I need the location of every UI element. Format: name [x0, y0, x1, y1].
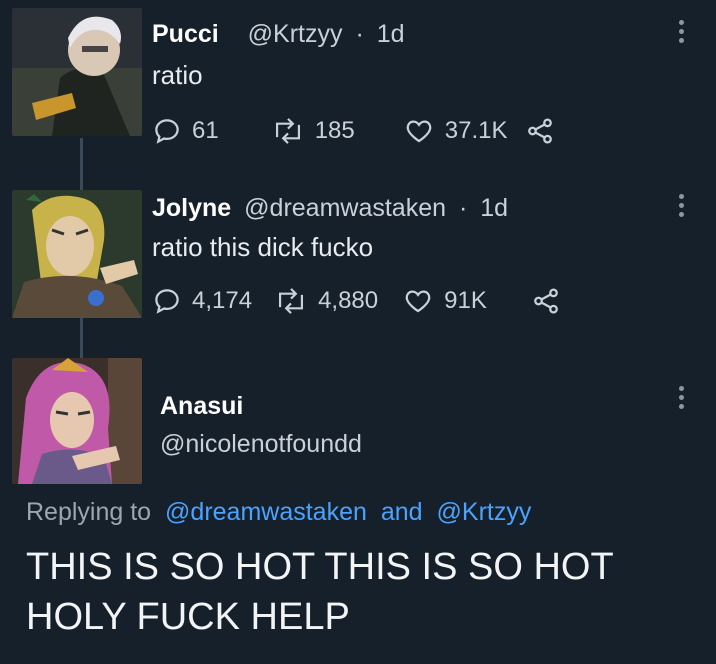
- reply-tweet-text: THIS IS SO HOT THIS IS SO HOT HOLY FUCK …: [26, 542, 706, 642]
- tweet-header-handle: @nicolenotfoundd: [160, 430, 362, 459]
- share-button[interactable]: [531, 286, 561, 316]
- retweet-button[interactable]: 185: [271, 116, 355, 146]
- reply-icon: [155, 289, 179, 314]
- and-text: and: [380, 498, 423, 526]
- tweet-header: Anasui: [160, 392, 243, 421]
- reply-count: 61: [192, 117, 219, 144]
- heart-icon: [405, 290, 431, 313]
- timestamp[interactable]: 1d: [377, 20, 405, 48]
- avatar[interactable]: [12, 8, 142, 136]
- like-count: 37.1K: [444, 117, 508, 144]
- retweet-icon: [279, 288, 304, 314]
- reply-icon: [155, 119, 179, 144]
- retweet-count: 4,880: [318, 287, 379, 314]
- mention-link[interactable]: @Krtzyy: [437, 498, 532, 526]
- reply-text-line: HOLY FUCK HELP: [26, 596, 350, 638]
- reply-text-line: THIS IS SO HOT THIS IS SO HOT: [26, 546, 614, 588]
- like-count: 91K: [444, 287, 487, 314]
- display-name[interactable]: Jolyne: [152, 194, 231, 222]
- reply-button[interactable]: 61: [152, 116, 219, 146]
- more-icon[interactable]: [674, 386, 688, 409]
- display-name[interactable]: Anasui: [160, 392, 243, 420]
- like-button[interactable]: 91K: [402, 286, 487, 316]
- reply-button[interactable]: 4,174: [152, 286, 252, 316]
- tweet-text: ratio this dick fucko: [152, 232, 374, 262]
- thread-connector-line: [80, 318, 83, 358]
- tweet-header: Pucci @Krtzyy · 1d: [152, 20, 405, 49]
- avatar[interactable]: [12, 190, 142, 318]
- tweet-actions: 61 185 37.1K: [152, 116, 555, 146]
- tweet-header: Jolyne @dreamwastaken · 1d: [152, 194, 508, 223]
- like-button[interactable]: 37.1K: [403, 116, 508, 146]
- heart-icon: [406, 120, 432, 143]
- avatar[interactable]: [12, 358, 142, 484]
- mention-link[interactable]: @dreamwastaken: [165, 498, 367, 526]
- more-icon[interactable]: [674, 20, 688, 43]
- share-button[interactable]: [525, 116, 555, 146]
- share-icon: [533, 288, 558, 314]
- separator-dot: ·: [458, 194, 468, 222]
- more-icon[interactable]: [674, 194, 688, 217]
- tweet-text: ratio: [152, 60, 203, 90]
- thread-connector-line: [80, 138, 83, 190]
- user-handle[interactable]: @dreamwastaken: [244, 194, 446, 222]
- replying-to-line: Replying to @dreamwastaken and @Krtzyy: [26, 498, 531, 527]
- tweet-actions: 4,174 4,880 91K: [152, 286, 561, 316]
- user-handle[interactable]: @nicolenotfoundd: [160, 430, 362, 458]
- retweet-button[interactable]: 4,880: [274, 286, 378, 316]
- timestamp[interactable]: 1d: [480, 194, 508, 222]
- reply-count: 4,174: [192, 287, 253, 314]
- retweet-count: 185: [314, 117, 355, 144]
- separator-dot: ·: [355, 20, 364, 48]
- retweet-icon: [275, 118, 300, 144]
- user-handle[interactable]: @Krtzyy: [248, 20, 343, 48]
- display-name[interactable]: Pucci: [152, 20, 219, 48]
- replying-to-label: Replying to: [26, 498, 152, 526]
- share-icon: [528, 118, 553, 144]
